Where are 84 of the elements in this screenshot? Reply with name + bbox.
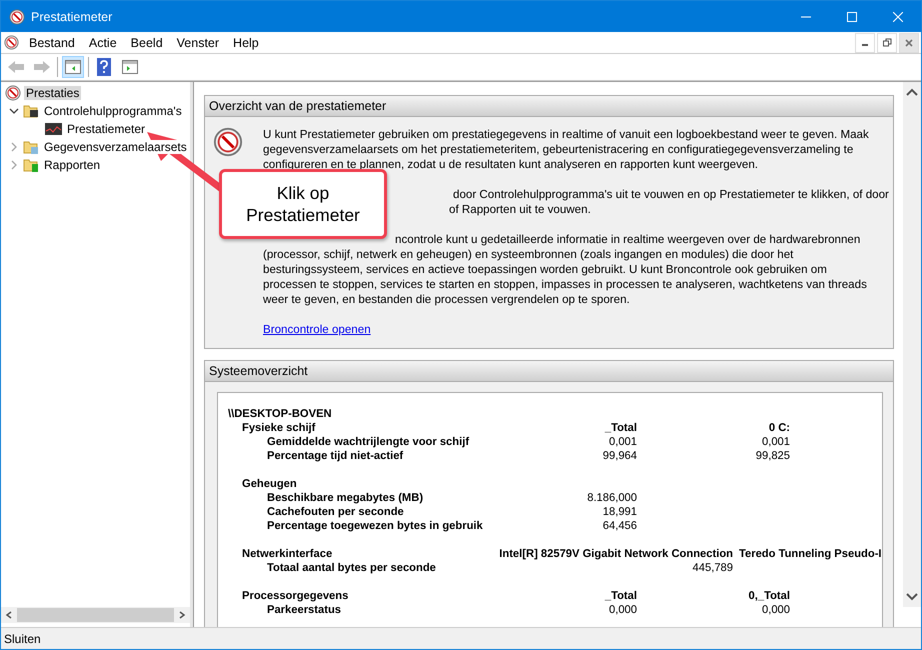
minimize-button[interactable] [855,32,875,52]
column-header: 0,_Total [748,589,790,603]
paragraph-line: door Controlehulpprogramma's uit te vouwen en op Prestatiemeter te klikken, of door [453,187,889,202]
status-text: Sluiten [4,632,41,646]
graph-icon [45,123,62,135]
counter-name: Beschikbare megabytes (MB) [266,491,424,505]
scroll-down-icon[interactable] [906,593,918,601]
close-button[interactable] [899,32,919,52]
menu-item[interactable]: Actie [82,36,124,50]
counter-value: 99,964 [602,449,637,463]
horizontal-scrollbar[interactable] [1,607,190,623]
group-name: Geheugen [242,477,298,491]
open-link[interactable]: Broncontrole openen [263,323,371,336]
forward-arrow-icon [33,60,51,74]
counter-name: Percentage tijd niet-actief [266,449,404,463]
restore-button[interactable] [877,32,897,52]
paragraph-line: besturingssysteem, services en actieve toepassingen worden gebruikt. U kunt Broncontrole ook gebruiken om [263,262,827,277]
paragraph-line: configureren en te plannen, zodat u de resultaten kunt analyseren en rapporten kunt weergeven. [263,157,758,172]
paragraph-line: ncontrole kunt u gedetailleerde informatie in realtime weergeven over de hardwarebronnen [395,232,860,247]
counter-value: 64,456 [602,519,637,533]
back-arrow-icon [7,60,25,74]
paragraph-line: U kunt Prestatiemeter gebruiken om prestatiegegevens in realtime of vanuit een logboekbestand weer te geven. Maak [263,127,869,142]
pane-icon [122,60,138,74]
gauge-icon [5,85,21,101]
counter-name: Cachefouten per seconde [266,505,405,519]
counter-value: 0,000 [608,603,637,617]
counter-value: 18,991 [602,505,637,519]
paragraph-line: gegevensverzamelaarsets om het prestatiemeteritem, gebeurtenistracering en configuratiegegevensverzameling te [263,142,854,157]
section-header: Overzicht van de prestatiemeter [205,96,893,117]
counter-name: Percentage toegewezen bytes in gebruik [266,519,484,533]
pane-icon [65,60,81,74]
tree-item[interactable]: Gegevensverzamelaarsets [42,140,189,154]
menu-item[interactable]: Venster [170,36,226,50]
counter-value: 8.186,000 [586,491,637,505]
folder-icon [23,157,39,173]
tree-item[interactable]: Prestatiemeter [65,122,148,136]
paragraph-line: (processor, schijf, netwerk en geheugen) en systeembronnen (zoals ingangen en modules) die door het [263,247,794,262]
group-name: Fysieke schijf [242,421,316,435]
paragraph-line: weer te geven, en bestanden die processen vergrendelen op te sporen. [263,292,630,307]
tree-item[interactable]: Rapporten [42,158,102,172]
section-header: Systeemoverzicht [205,361,893,382]
column-header: Intel[R] 82579V Gigabit Network Connection [498,547,733,561]
column-header: _Total [604,589,637,603]
tree-item[interactable]: Prestaties [24,86,82,100]
scroll-right-icon[interactable] [178,611,186,619]
scroll-left-icon[interactable] [5,611,13,619]
host-name: \\DESKTOP-BOVEN [228,407,333,421]
menu-item[interactable]: Bestand [22,36,82,50]
expand-chevron-icon[interactable] [9,160,19,170]
column-header: Teredo Tunneling Pseudo-I [738,547,882,561]
expand-chevron-icon[interactable] [9,142,19,152]
vertical-scrollbar[interactable] [903,82,921,607]
counter-name: Parkeerstatus [266,603,342,617]
maximize-icon [847,12,857,22]
restore-icon [882,38,892,47]
close-icon [905,38,913,46]
folder-icon [23,103,39,119]
counter-value: 445,789 [692,561,733,575]
gauge-icon [213,127,243,157]
column-header: 0 C: [768,421,790,435]
paragraph-line: processen te stoppen, services te starten en stoppen, impasses in processen te analyseren, wachtketens van threads [263,277,867,292]
menu-item[interactable]: Help [226,36,266,50]
collapse-chevron-icon[interactable] [9,106,19,116]
counter-value: 0,001 [761,435,790,449]
app-icon [9,8,25,24]
menu-item[interactable]: Beeld [124,36,170,50]
column-header: _Total [604,421,637,435]
app-icon [4,35,19,50]
window-title: Prestatiemeter [31,10,114,24]
toolbar-button[interactable] [62,56,84,78]
tree-item[interactable]: Controlehulpprogramma's [42,104,184,118]
counter-value: 0,000 [761,603,790,617]
scroll-up-icon[interactable] [906,88,918,96]
folder-icon [23,139,39,155]
help-icon [97,58,111,76]
callout: Klik op Prestatiemeter [219,169,387,239]
counter-value: 0,001 [608,435,637,449]
close-icon [893,12,903,22]
counter-name: Totaal aantal bytes per seconde [266,561,437,575]
counter-name: Gemiddelde wachtrijlengte voor schijf [266,435,470,449]
group-name: Processorgegevens [242,589,350,603]
paragraph-line: of Rapporten uit te vouwen. [449,202,591,217]
counter-value: 99,825 [754,449,790,463]
group-name: Netwerkinterface [242,547,334,561]
